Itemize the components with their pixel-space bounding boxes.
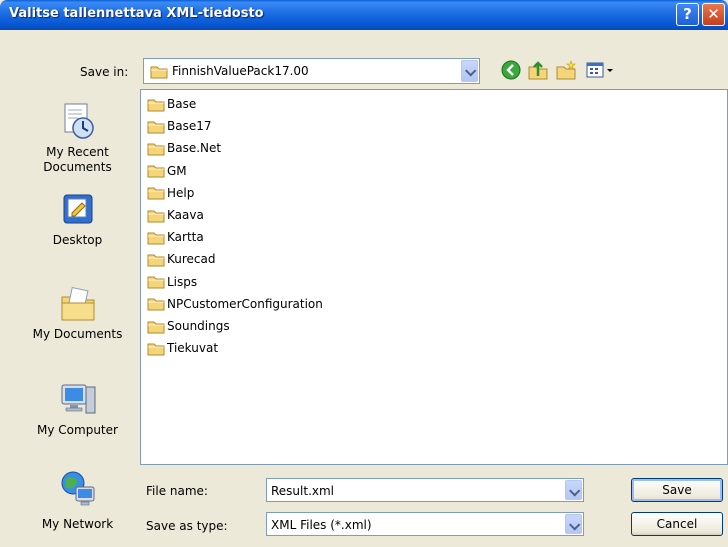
folder-name: Base.Net: [167, 141, 222, 156]
place-label: Desktop: [52, 233, 103, 247]
folder-icon: [147, 187, 165, 200]
place-label: My Computer: [37, 423, 118, 437]
chevron-down-icon[interactable]: [565, 514, 582, 534]
back-icon[interactable]: [500, 59, 522, 81]
folder-name: NPCustomerConfiguration: [167, 296, 323, 311]
up-folder-icon[interactable]: [527, 59, 549, 81]
places-bar: My Recent Documents Desktop My Documents…: [23, 89, 132, 536]
list-item[interactable]: Base: [147, 94, 196, 114]
new-folder-icon[interactable]: [555, 59, 577, 81]
save-in-label: Save in:: [80, 65, 129, 79]
folder-name: Kaava: [167, 208, 204, 222]
place-my-network[interactable]: My Network: [23, 469, 132, 532]
folder-icon: [147, 321, 165, 333]
desktop-icon: [63, 194, 92, 224]
list-item[interactable]: Base17: [147, 116, 212, 136]
my-network-icon: [61, 471, 94, 506]
folder-name: Base17: [167, 119, 212, 134]
list-item[interactable]: Help: [147, 183, 194, 203]
recent-documents-icon: [64, 103, 94, 139]
folder-name: Kurecad: [167, 252, 216, 267]
folder-icon: [150, 66, 168, 79]
folder-icon: [147, 232, 165, 245]
place-label: My Network: [41, 517, 114, 531]
title-bar: Valitse tallennettava XML-tiedosto ? ✕: [0, 0, 728, 30]
place-label: My Recent Documents: [43, 145, 112, 174]
my-documents-icon: [61, 286, 94, 321]
folder-icon: [147, 165, 165, 178]
list-item[interactable]: Lisps: [147, 272, 197, 292]
folder-icon: [147, 143, 165, 156]
file-name-label: File name:: [146, 484, 208, 498]
folder-icon: [147, 99, 165, 111]
folder-icon: [147, 210, 165, 222]
save-button[interactable]: Save: [631, 478, 723, 502]
file-name-input[interactable]: Result.xml: [266, 478, 584, 502]
folder-icon: [147, 254, 165, 267]
folder-name: GM: [167, 163, 187, 178]
save-as-type-select[interactable]: XML Files (*.xml): [266, 512, 584, 536]
list-item[interactable]: Soundings: [147, 316, 230, 336]
list-item[interactable]: Kartta: [147, 227, 204, 247]
save-in-dropdown[interactable]: FinnishValuePack17.00: [143, 58, 480, 84]
save-as-type-value: XML Files (*.xml): [271, 518, 372, 532]
list-item[interactable]: NPCustomerConfiguration: [147, 294, 323, 314]
folder-name: Soundings: [167, 319, 230, 333]
file-list[interactable]: Base Base17 Base.Net GM Help Kaava Kartta Kurec…: [140, 89, 728, 465]
file-name-value: Result.xml: [271, 484, 335, 498]
folder-name: Tiekuvat: [167, 341, 219, 356]
list-item[interactable]: Base.Net: [147, 138, 221, 158]
folder-icon: [147, 343, 165, 356]
place-desktop[interactable]: Desktop: [23, 191, 132, 248]
help-button[interactable]: ?: [676, 3, 699, 26]
folder-name: Lisps: [167, 274, 198, 289]
save-as-type-label: Save as type:: [146, 519, 228, 533]
view-menu-icon[interactable]: [585, 59, 619, 81]
folder-name: Kartta: [167, 230, 204, 245]
list-item[interactable]: GM: [147, 161, 187, 181]
chevron-down-icon[interactable]: [565, 480, 582, 500]
folder-name: Base: [167, 97, 197, 111]
chevron-down-icon[interactable]: [461, 60, 478, 82]
cancel-button[interactable]: Cancel: [631, 512, 723, 536]
my-computer-icon: [61, 384, 95, 414]
close-button[interactable]: ✕: [702, 3, 725, 26]
list-item[interactable]: Kurecad: [147, 249, 216, 269]
place-my-documents[interactable]: My Documents: [23, 285, 132, 342]
window-title: Valitse tallennettava XML-tiedosto: [9, 6, 264, 21]
folder-icon: [147, 121, 165, 134]
list-item[interactable]: Kaava: [147, 205, 204, 225]
folder-name: Help: [167, 185, 195, 200]
list-item[interactable]: Tiekuvat: [147, 338, 218, 358]
place-my-computer[interactable]: My Computer: [23, 379, 132, 438]
place-my-recent-documents[interactable]: My Recent Documents: [23, 101, 132, 175]
folder-icon: [147, 276, 165, 289]
save-in-value: FinnishValuePack17.00: [172, 64, 309, 78]
place-label: My Documents: [32, 327, 123, 341]
folder-icon: [147, 298, 165, 311]
